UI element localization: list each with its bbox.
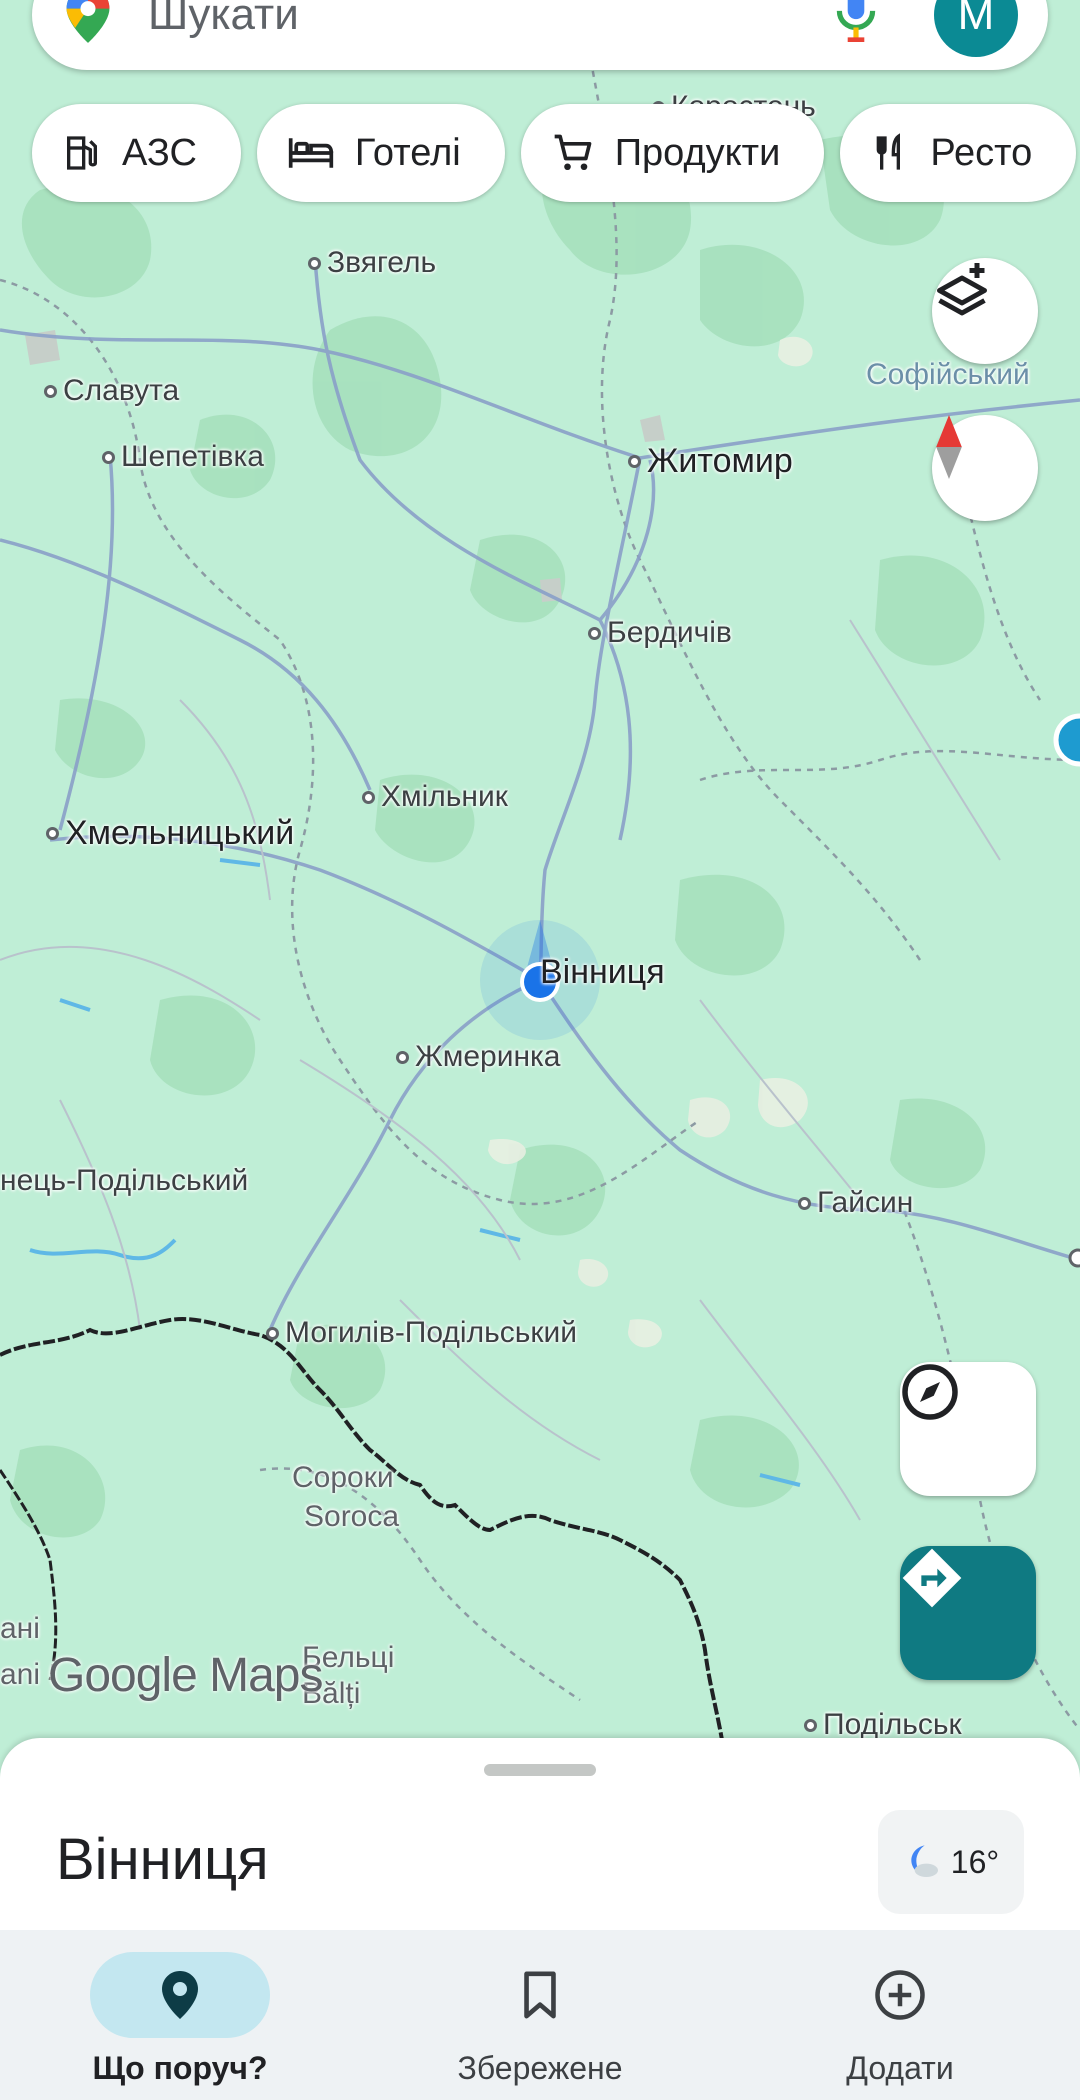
- nav-saved[interactable]: Збережене: [360, 1930, 720, 2100]
- weather-badge[interactable]: 16°: [878, 1810, 1024, 1914]
- gas-station-icon: [67, 136, 97, 170]
- category-chips: АЗС Готелі Продукти Ресто: [32, 104, 1077, 202]
- explore-button[interactable]: [900, 1362, 1036, 1496]
- directions-icon: [902, 1548, 962, 1608]
- layers-icon: [937, 263, 987, 316]
- city-label[interactable]: Звягель: [308, 246, 436, 280]
- city-label[interactable]: ані: [0, 1612, 40, 1646]
- city-label[interactable]: Могилів-Подільський: [266, 1316, 577, 1350]
- city-label[interactable]: Шепетівка: [102, 440, 264, 474]
- explore-icon: [902, 1364, 958, 1420]
- nav-contribute[interactable]: Додати: [720, 1930, 1080, 2100]
- chip-groceries[interactable]: Продукти: [520, 104, 825, 202]
- google-maps-watermark: Google Maps: [48, 1649, 323, 1702]
- nav-saved-icon-wrap: [450, 1952, 630, 2038]
- nav-label: Що поруч?: [92, 2050, 268, 2086]
- city-label[interactable]: Бердичів: [588, 616, 732, 650]
- compass-needle-icon: [936, 415, 962, 479]
- map-graphics: [0, 0, 1080, 1760]
- map-view[interactable]: Коростень Звягель Славута Шепетівка Жито…: [0, 0, 1080, 1760]
- city-label-soroca[interactable]: Сороки Soroca: [292, 1458, 399, 1536]
- search-bar[interactable]: Шукати M: [32, 0, 1048, 70]
- city-label[interactable]: ani: [0, 1658, 40, 1692]
- account-avatar[interactable]: M: [934, 0, 1018, 57]
- restaurant-icon: [876, 133, 901, 170]
- google-maps-logo-icon: [66, 0, 110, 43]
- nav-contribute-icon-wrap: [810, 1952, 990, 2038]
- chip-restaurants[interactable]: Ресто: [840, 104, 1077, 202]
- city-label-vinnytsia[interactable]: Вінниця: [540, 953, 665, 992]
- place-title: Вінниця: [56, 1827, 269, 1892]
- bottom-sheet[interactable]: Вінниця 16°: [0, 1738, 1080, 1938]
- location-pin-icon: [162, 1971, 198, 2019]
- city-label[interactable]: Хмільник: [362, 780, 508, 814]
- nav-nearby[interactable]: Що поруч?: [0, 1930, 360, 2100]
- nav-label: Додати: [846, 2050, 954, 2086]
- compass-north-button[interactable]: [932, 415, 1038, 521]
- city-label[interactable]: нець-Подільський: [0, 1164, 248, 1198]
- cart-icon: [554, 134, 592, 171]
- city-label[interactable]: Гайсин: [798, 1186, 913, 1220]
- mic-icon[interactable]: [834, 0, 878, 42]
- bookmark-icon: [524, 1971, 556, 2019]
- city-label[interactable]: Жмеринка: [396, 1040, 561, 1074]
- bottom-navigation: Що поруч? Збережене Додати: [0, 1930, 1080, 2100]
- night-cloudy-icon: [911, 1845, 938, 1877]
- chip-gas-stations[interactable]: АЗС: [32, 104, 241, 202]
- city-label[interactable]: Житомир: [628, 442, 793, 481]
- add-circle-icon: [875, 1970, 925, 2020]
- city-label[interactable]: Подільськ: [804, 1708, 962, 1742]
- city-label[interactable]: Хмельницький: [46, 814, 294, 853]
- city-label[interactable]: Софійський: [866, 358, 1030, 392]
- layers-button[interactable]: [932, 258, 1038, 364]
- sheet-drag-handle[interactable]: [484, 1764, 596, 1776]
- nav-nearby-icon-wrap: [90, 1952, 270, 2038]
- city-label[interactable]: Славута: [44, 374, 179, 408]
- bed-icon: [288, 138, 334, 168]
- chip-hotels[interactable]: Готелі: [256, 104, 505, 202]
- search-placeholder[interactable]: Шукати: [148, 0, 834, 40]
- nav-label: Збережене: [457, 2050, 623, 2086]
- directions-button[interactable]: [900, 1546, 1036, 1680]
